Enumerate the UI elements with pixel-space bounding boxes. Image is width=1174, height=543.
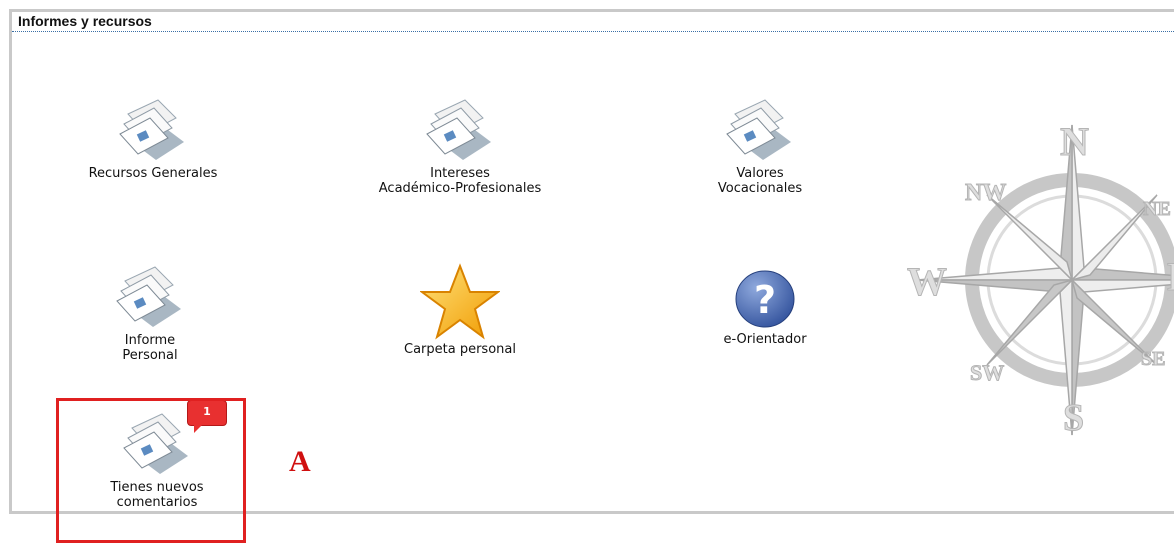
compass-label-se: SE [1141,348,1165,370]
tile-recursos-generales[interactable]: Recursos Generales [68,98,238,181]
tile-valores[interactable]: Valores Vocacionales [690,98,830,196]
tile-label: e-Orientador [723,332,807,347]
documents-folder-icon [726,99,791,160]
annotation-marker: A [289,445,311,478]
compass-label-n: N [1060,119,1089,164]
documents-folder-icon [116,266,181,327]
compass-label-nw: NW [965,180,1006,206]
tile-label: Informe Personal [122,333,178,363]
compass-label-sw: SW [970,360,1004,385]
star-icon [420,263,500,340]
svg-text:?: ? [754,278,776,322]
panel-title: Informes y recursos [18,13,152,29]
compass-label-e: E [1167,254,1174,299]
compass-label-ne: NE [1143,198,1171,220]
tile-carpeta-personal[interactable]: Carpeta personal [370,262,550,357]
highlight-box [56,398,246,543]
tile-intereses[interactable]: Intereses Académico-Profesionales [340,98,580,196]
tile-label: Carpeta personal [404,342,516,357]
tile-label: Intereses Académico-Profesionales [378,166,542,196]
compass-label-s: S [1063,397,1084,439]
compass-icon: N NW NE W E SW SE S [907,119,1174,440]
documents-folder-icon [119,99,184,160]
title-divider [12,31,1174,32]
compass-label-w: W [907,259,947,304]
tile-informe-personal[interactable]: Informe Personal [80,265,220,363]
help-question-icon: ? [735,270,795,328]
tile-e-orientador[interactable]: ? e-Orientador [710,268,820,347]
tile-label: Valores Vocacionales [717,166,803,196]
tile-label: Recursos Generales [88,166,218,181]
documents-folder-icon [426,99,491,160]
